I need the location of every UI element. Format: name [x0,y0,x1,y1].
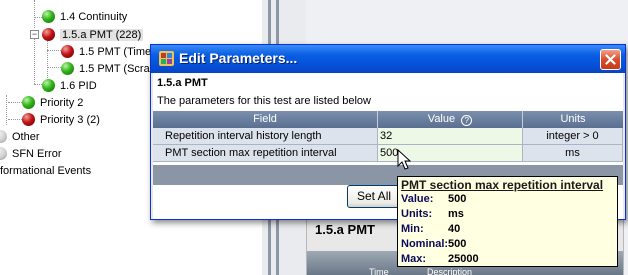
tree-connector [8,119,22,120]
tooltip-key: Max: [401,253,427,265]
tree-item-priority-3[interactable]: Priority 3 (2) [22,111,100,128]
tree-item-label: 1.5 PMT (Scra [79,62,150,75]
tree-item-label: formational Events [0,164,92,177]
tree-item-label: Other [12,130,40,143]
parameter-field: Repetition interval history length [153,128,378,145]
column-units[interactable]: Units [523,111,623,128]
tree-item-continuity[interactable]: 1.4 Continuity [42,8,127,25]
dialog-title-bar[interactable]: Edit Parameters... [151,45,625,73]
tooltip-row: Value: 500 [401,193,466,207]
dialog-title: Edit Parameters... [179,50,298,66]
tooltip-row: Nominal:500 [401,238,466,252]
status-neutral-icon [0,130,7,143]
tooltip-title: PMT section max repetition interval [401,178,604,192]
tooltip-row: Units: ms [401,208,464,222]
test-description: The parameters for this test are listed … [157,95,371,107]
close-button[interactable] [600,49,621,70]
column-value[interactable]: Value ? [378,111,523,128]
tree-connector [34,0,35,28]
column-value-label: Value [427,113,456,125]
close-icon [605,54,616,65]
tree-item-sfn-error[interactable]: SFN Error [0,145,62,162]
pane-column-headers: Time Description [307,267,623,275]
tree-item-other[interactable]: Other [0,128,40,145]
tree-item-pid[interactable]: 1.6 PID [42,77,97,94]
help-icon[interactable]: ? [461,115,473,126]
tree-item-label: 1.4 Continuity [60,10,128,23]
parameter-grid-header: Field Value ? Units [153,111,623,128]
tree-item-informational-events[interactable]: formational Events [0,162,91,179]
tooltip-value: 500 [448,238,467,250]
column-time[interactable]: Time [369,267,389,275]
status-error-icon [61,45,74,58]
tooltip-row: Min: 40 [401,223,460,237]
parameter-row[interactable]: Repetition interval history length 32 in… [153,128,623,145]
tree-item-priority-2[interactable]: Priority 2 [22,94,83,111]
column-description[interactable]: Description [427,267,472,275]
tree-item-pmt-time[interactable]: 1.5 PMT (Time [61,43,151,60]
tooltip-key: Value: [401,193,434,205]
app-icon [159,51,174,66]
parameter-field: PMT section max repetition interval [153,145,378,162]
tree-item-label: Priority 3 (2) [40,113,100,126]
status-ok-icon [61,62,74,75]
tree-connector [47,50,61,51]
tree-item-pmt-scra[interactable]: 1.5 PMT (Scra [61,60,150,77]
tree-connector [34,36,35,84]
tooltip-key: Min: [401,223,424,235]
tooltip-row: Max: 25000 [401,253,479,267]
status-ok-icon [22,96,35,109]
status-error-icon [42,28,55,41]
pane-title: 1.5.a PMT [315,222,375,237]
tooltip-key: Units: [401,208,433,220]
tooltip-value: 500 [448,193,467,205]
status-ok-icon [42,79,55,92]
tree-item-label: 1.5 PMT (Time [79,45,152,58]
status-error-icon [22,113,35,126]
parameter-units: ms [523,145,623,162]
tree-connector [8,102,22,103]
tree-connector [34,17,42,18]
status-neutral-icon [0,147,7,160]
tree-item-label: SFN Error [12,147,62,160]
parameter-tooltip: PMT section max repetition interval Valu… [397,176,618,267]
mouse-cursor-icon [397,149,412,170]
tree-item-label: Priority 2 [40,96,84,109]
tree-item-pmt[interactable]: 1.5.a PMT (228) [42,26,144,43]
status-ok-icon [42,10,55,23]
tooltip-value: 40 [448,223,461,235]
column-field[interactable]: Field [153,111,378,128]
tooltip-value: ms [448,208,464,220]
parameter-row[interactable]: PMT section max repetition interval 500 … [153,145,623,162]
tree-connector [6,95,7,125]
tree-item-label: 1.6 PID [60,79,97,92]
tree-item-label: 1.5.a PMT (228) [60,28,144,41]
parameter-units: integer > 0 [523,128,623,145]
tree-connector [47,67,61,68]
tooltip-value: 25000 [448,253,479,265]
collapse-toggle-icon[interactable]: − [30,30,39,39]
tooltip-key: Nominal: [401,238,449,250]
test-name: 1.5.a PMT [157,77,208,89]
tree-connector [34,84,42,85]
parameter-value-input[interactable]: 32 [378,128,523,145]
